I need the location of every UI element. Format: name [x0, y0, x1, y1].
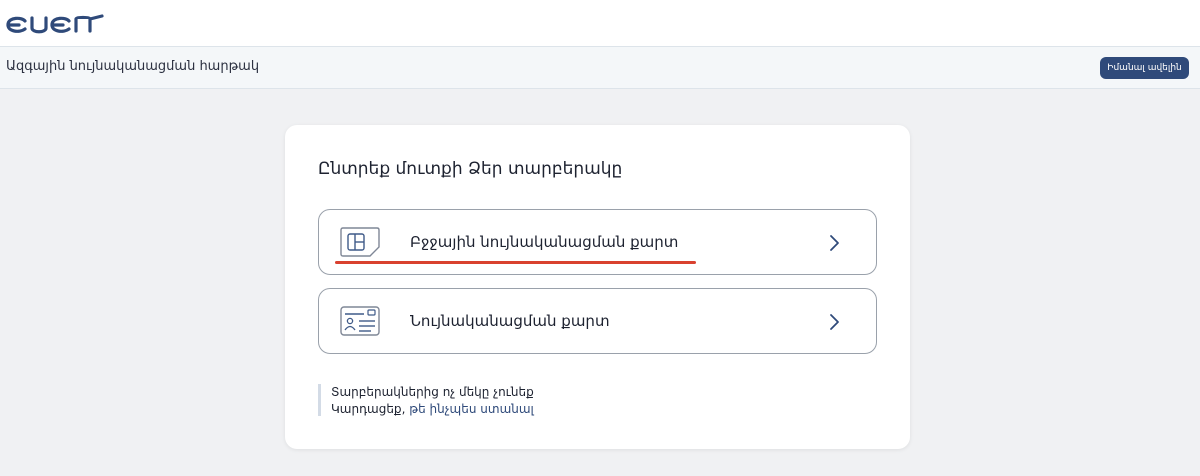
option-mobile-id[interactable]: Բջջային նույնականացման քարտ	[318, 209, 877, 275]
service-title: Ազգային նույնականացման հարթակ	[6, 59, 260, 74]
chevron-right-icon	[830, 235, 839, 251]
highlight-underline	[335, 261, 696, 264]
help-line-read-more: Կարդացեք, թե ինչպես ստանալ	[331, 402, 534, 416]
card-title: Ընտրեք մուտքի Ձեր տարբերակը	[318, 159, 623, 179]
top-bar	[0, 0, 1200, 46]
option-id-card[interactable]: Նույնականացման քարտ	[318, 288, 877, 354]
option-mobile-id-label: Բջջային նույնականացման քարտ	[410, 233, 679, 251]
sub-header: Ազգային նույնականացման հարթակ Իմանալ ավե…	[0, 46, 1200, 89]
help-line-no-options: Տարբերակներից ոչ մեկը չունեք	[331, 385, 534, 399]
option-id-card-label: Նույնականացման քարտ	[410, 312, 610, 330]
sim-card-icon	[340, 227, 380, 257]
learn-more-button[interactable]: Իմանալ ավելին	[1100, 57, 1189, 79]
logo[interactable]	[5, 13, 105, 35]
help-prefix: Կարդացեք,	[331, 402, 406, 416]
chevron-right-icon	[830, 314, 839, 330]
how-to-get-link[interactable]: թե ինչպես ստանալ	[409, 402, 534, 416]
login-method-card: Ընտրեք մուտքի Ձեր տարբերակը Բջջային նույ…	[285, 125, 910, 449]
help-note: Տարբերակներից ոչ մեկը չունեք Կարդացեք, թ…	[318, 384, 718, 416]
id-card-icon	[340, 306, 380, 336]
